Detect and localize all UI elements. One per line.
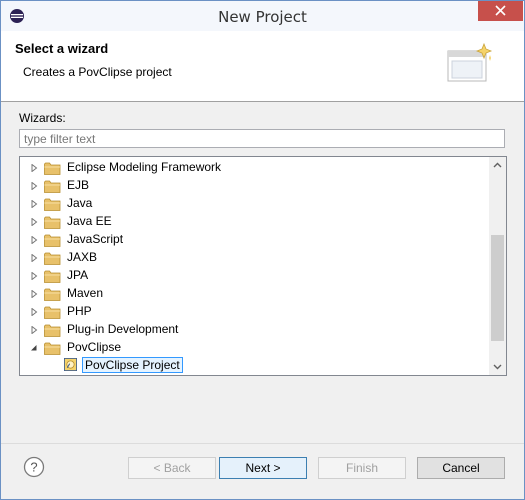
tree-item-label: Plug-in Development bbox=[67, 322, 179, 336]
folder-icon bbox=[44, 162, 61, 175]
collapsed-arrow-icon[interactable] bbox=[30, 164, 38, 172]
tree-item-label: Maven bbox=[67, 286, 104, 300]
tree-item[interactable]: PovClipse bbox=[30, 339, 488, 357]
svg-text:?: ? bbox=[30, 460, 37, 475]
collapsed-arrow-icon[interactable] bbox=[30, 308, 38, 316]
tree-item-label: EJB bbox=[67, 178, 90, 192]
new-wizard-icon bbox=[447, 42, 493, 82]
chevron-down-icon bbox=[493, 364, 502, 370]
collapsed-arrow-icon[interactable] bbox=[30, 218, 38, 226]
tree-item-label: PovClipse Project bbox=[82, 357, 183, 373]
banner-description: Creates a PovClipse project bbox=[23, 65, 172, 79]
collapsed-arrow-icon[interactable] bbox=[30, 290, 38, 298]
finish-button[interactable]: Finish bbox=[318, 457, 406, 479]
tree-item-label: PovClipse bbox=[67, 340, 122, 354]
tree-item-label: Eclipse Modeling Framework bbox=[67, 160, 222, 174]
folder-icon bbox=[44, 180, 61, 193]
close-button[interactable] bbox=[478, 1, 523, 21]
tree-item-label: JavaScript bbox=[67, 232, 124, 246]
filter-input[interactable] bbox=[19, 129, 505, 148]
tree-item-label: JPA bbox=[67, 268, 89, 282]
new-project-dialog: New Project Select a wizard Creates a Po… bbox=[0, 0, 525, 500]
tree-item[interactable]: PHP bbox=[30, 303, 488, 321]
tree-item[interactable]: JavaScript bbox=[30, 231, 488, 249]
folder-icon bbox=[44, 270, 61, 283]
tree-item[interactable]: Java EE bbox=[30, 213, 488, 231]
folder-icon bbox=[44, 306, 61, 319]
next-button[interactable]: Next > bbox=[219, 457, 307, 479]
folder-icon bbox=[44, 252, 61, 265]
tree-item-povclipse-project[interactable]: PovClipse Project bbox=[48, 357, 488, 375]
collapsed-arrow-icon[interactable] bbox=[30, 182, 38, 190]
folder-icon bbox=[44, 234, 61, 247]
wizards-label: Wizards: bbox=[19, 111, 66, 125]
folder-icon bbox=[44, 198, 61, 211]
cancel-button[interactable]: Cancel bbox=[417, 457, 505, 479]
tree-item-label: Java EE bbox=[67, 214, 112, 228]
tree-item[interactable]: Plug-in Development bbox=[30, 321, 488, 339]
chevron-up-icon bbox=[493, 162, 502, 168]
tree-scrollbar[interactable] bbox=[489, 157, 506, 375]
tree-item[interactable]: Maven bbox=[30, 285, 488, 303]
povclipse-icon bbox=[64, 358, 77, 371]
collapsed-arrow-icon[interactable] bbox=[30, 272, 38, 280]
wizard-tree[interactable]: Eclipse Modeling Framework EJB Java Java EE… bbox=[19, 156, 507, 376]
back-button[interactable]: < Back bbox=[128, 457, 216, 479]
collapsed-arrow-icon[interactable] bbox=[30, 200, 38, 208]
folder-icon bbox=[44, 324, 61, 337]
tree-item[interactable]: Java bbox=[30, 195, 488, 213]
window-title: New Project bbox=[218, 8, 307, 26]
banner-title: Select a wizard bbox=[15, 41, 109, 56]
tree-item[interactable]: Eclipse Modeling Framework bbox=[30, 159, 488, 177]
folder-icon bbox=[44, 216, 61, 229]
tree-item[interactable]: EJB bbox=[30, 177, 488, 195]
folder-icon bbox=[44, 342, 61, 355]
collapsed-arrow-icon[interactable] bbox=[30, 326, 38, 334]
scroll-down-button[interactable] bbox=[489, 358, 506, 375]
tree-item-label: Java bbox=[67, 196, 93, 210]
tree-item-label: PHP bbox=[67, 304, 92, 318]
scroll-thumb[interactable] bbox=[491, 235, 504, 341]
tree-item[interactable]: JPA bbox=[30, 267, 488, 285]
separator bbox=[1, 443, 524, 444]
tree-item[interactable]: JAXB bbox=[30, 249, 488, 267]
folder-icon bbox=[44, 288, 61, 301]
close-icon bbox=[495, 5, 506, 16]
tree-item-label: JAXB bbox=[67, 250, 98, 264]
scroll-up-button[interactable] bbox=[489, 157, 506, 174]
collapsed-arrow-icon[interactable] bbox=[30, 236, 38, 244]
collapsed-arrow-icon[interactable] bbox=[30, 254, 38, 262]
wizard-banner: Select a wizard Creates a PovClipse proj… bbox=[1, 31, 524, 102]
title-bar[interactable]: New Project bbox=[1, 1, 524, 31]
expanded-arrow-icon[interactable] bbox=[30, 344, 38, 352]
help-icon[interactable]: ? bbox=[23, 456, 45, 478]
